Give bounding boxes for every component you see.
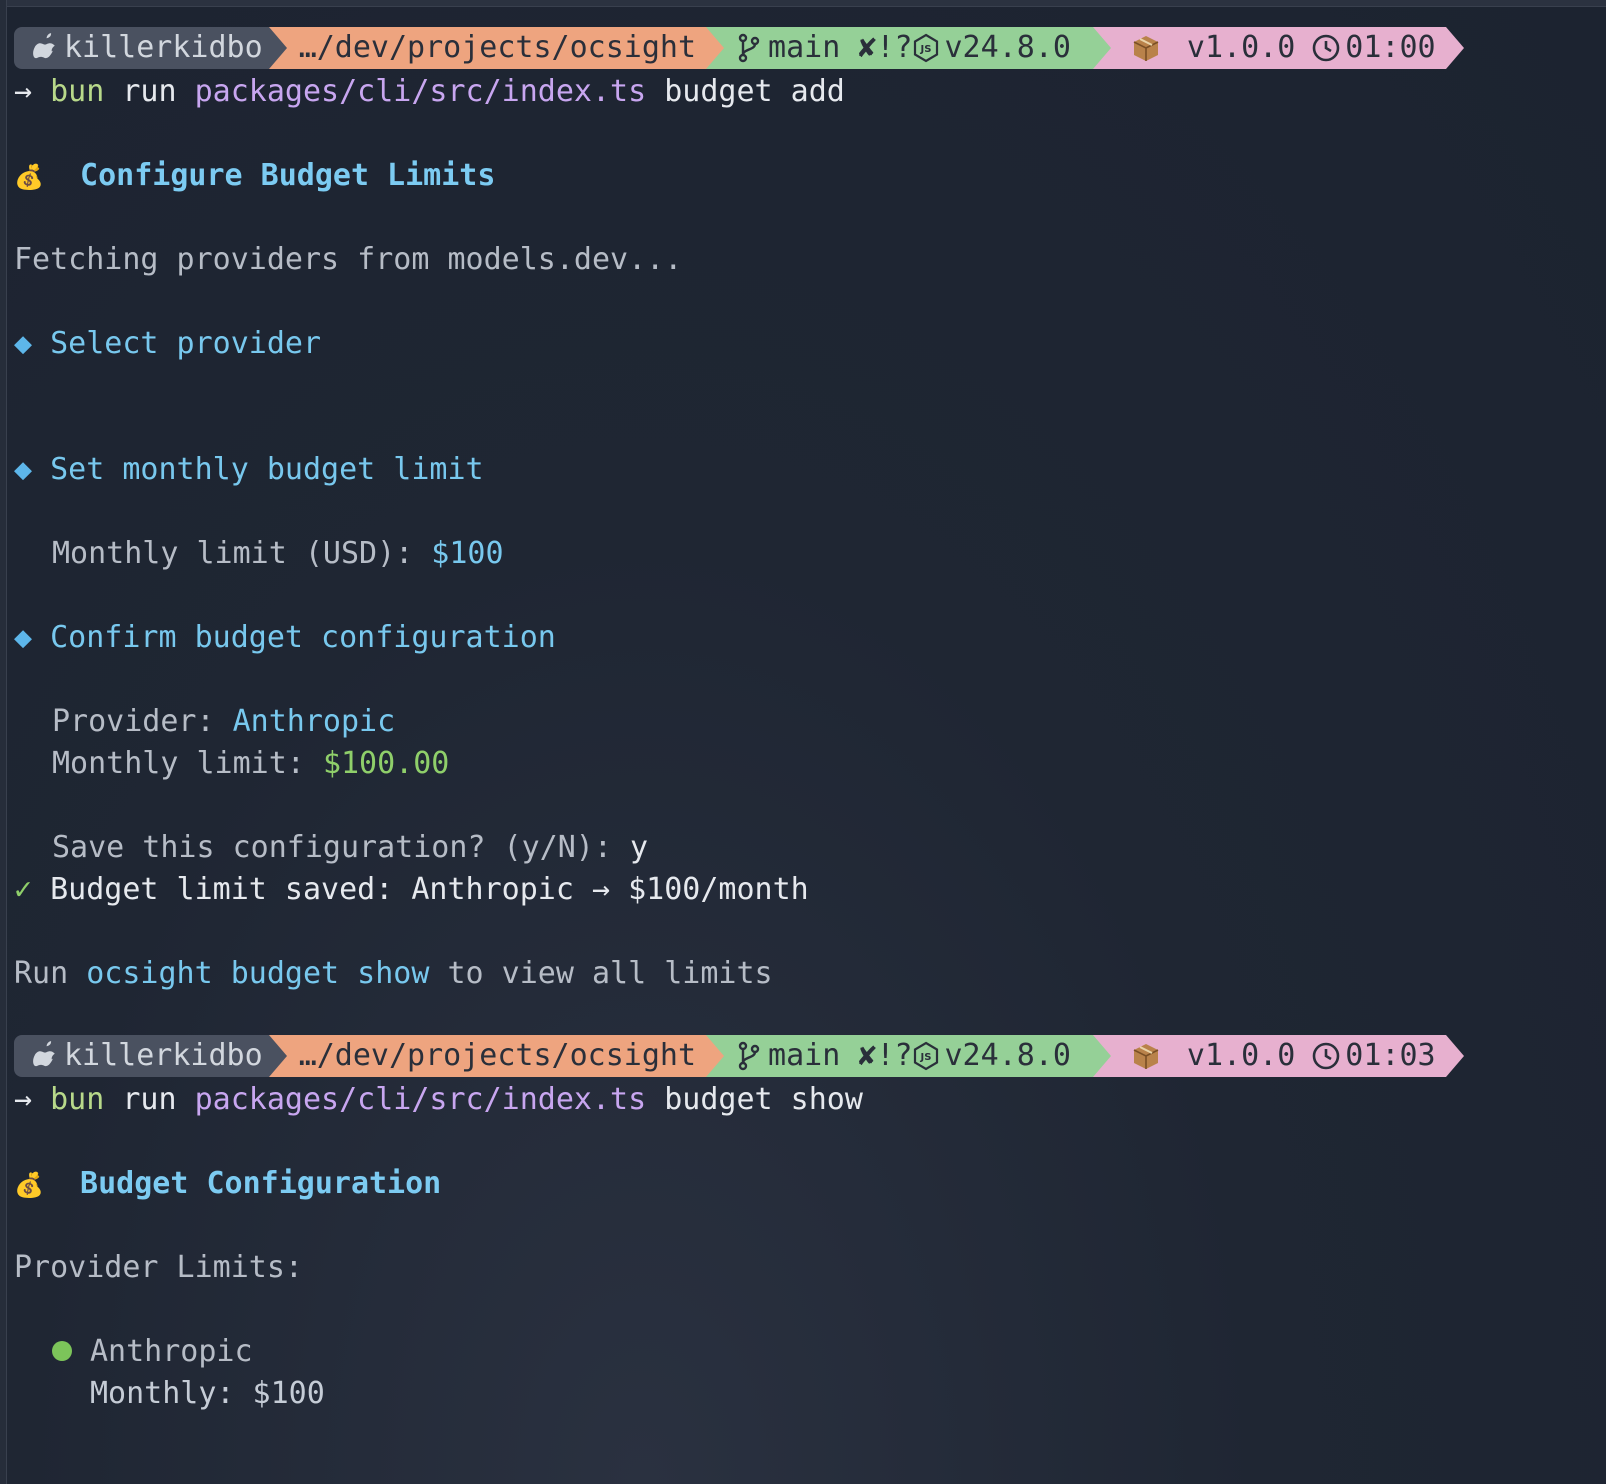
svg-text:JS: JS [920,1052,932,1063]
prompt-path-segment: …/dev/projects/ocsight [268,1035,725,1077]
prompt-package-version: v1.0.0 [1186,30,1296,65]
monthly-limit-label: Monthly limit (USD): [52,536,414,571]
prompt-git-segment: main ✘!? JS v24.8.0 [706,27,1111,69]
command-args: budget add [664,74,845,109]
prompt-version-segment: v1.0.0 01:00 [1092,27,1464,69]
nodejs-icon: JS [914,33,939,63]
prompt-version-segment: v1.0.0 01:03 [1092,1035,1464,1077]
save-answer: y [629,830,649,865]
prompt-git-status: ✘!? [858,1038,913,1073]
confirm-limit-line: Monthly limit: $100.00 [52,745,449,783]
command-file: packages/cli/src/index.ts [194,1082,647,1117]
add-title-line: 💰 Configure Budget Limits [14,157,495,195]
money-bag-icon: 💰 [14,163,44,191]
git-branch-icon [738,1041,760,1071]
monthly-limit-value: $100 [431,536,504,571]
monthly-limit-input-line: Monthly limit (USD): $100 [52,535,504,573]
prompt-git-status: ✘!? [858,30,913,65]
prompt-node-version: v24.8.0 [944,30,1071,65]
step-label: Confirm budget configuration [50,620,556,655]
shell-prompt-2: killerkidbo …/dev/projects/ocsight main … [14,1035,1464,1077]
shell-prompt-1: killerkidbo …/dev/projects/ocsight main … [14,27,1464,69]
show-title-line: 💰 Budget Configuration [14,1165,441,1203]
diamond-icon: ◆ [14,620,33,655]
clock-icon [1312,1042,1340,1070]
provider-name: Anthropic [90,1334,253,1369]
step-label: Select provider [50,326,322,361]
diamond-icon: ◆ [14,326,33,361]
status-dot-icon [52,1340,72,1361]
fetching-message: Fetching providers from models.dev... [14,242,683,277]
command-verb: run [122,1082,177,1117]
provider-list-item: Anthropic [52,1333,253,1371]
diamond-icon: ◆ [14,452,33,487]
confirm-provider-line: Provider: Anthropic [52,703,395,741]
saved-message-line: ✓ Budget limit saved: Anthropic → $100/m… [14,871,809,909]
provider-limits-heading: Provider Limits: [14,1250,303,1285]
prompt-time: 01:00 [1345,30,1436,65]
prompt-time: 01:03 [1345,1038,1436,1073]
add-title: Configure Budget Limits [80,158,496,193]
command-args: budget show [664,1082,863,1117]
run-hint-prefix: Run [14,956,69,991]
command-bin: bun [50,1082,105,1117]
run-hint-suffix: to view all limits [447,956,773,991]
provider-monthly-limit: Monthly: $100 [90,1376,325,1411]
command-file: packages/cli/src/index.ts [194,74,647,109]
command-bin: bun [50,74,105,109]
limit-value: $100.00 [322,746,450,781]
show-title: Budget Configuration [80,1166,442,1201]
provider-label: Provider: [52,704,215,739]
nodejs-icon: JS [914,1041,939,1071]
svg-text:JS: JS [920,44,932,55]
command-line-1: → bun run packages/cli/src/index.ts budg… [14,73,845,111]
run-hint-command: ocsight budget show [86,956,430,991]
prompt-git-segment: main ✘!? JS v24.8.0 [706,1035,1111,1077]
prompt-branch: main [768,30,841,65]
step-select-provider: ◆ Select provider [14,325,321,363]
provider-value: Anthropic [232,704,396,739]
check-icon: ✓ [14,872,33,907]
prompt-node-version: v24.8.0 [944,1038,1071,1073]
apple-icon [33,33,55,59]
terminal-window: killerkidbo …/dev/projects/ocsight main … [0,0,1606,1484]
package-icon [1133,1044,1159,1069]
prompt-user-segment: killerkidbo [14,1035,287,1077]
command-arrow: → [14,74,33,109]
command-line-2: → bun run packages/cli/src/index.ts budg… [14,1081,863,1119]
save-prompt: Save this configuration? (y/N): [52,830,612,865]
money-bag-icon: 💰 [14,1171,44,1199]
limit-label: Monthly limit: [52,746,305,781]
run-hint-line: Run ocsight budget show to view all limi… [14,955,773,993]
apple-icon [33,1041,55,1067]
window-left-border [0,0,7,1484]
prompt-path-segment: …/dev/projects/ocsight [268,27,725,69]
step-set-limit: ◆ Set monthly budget limit [14,451,484,489]
prompt-path: …/dev/projects/ocsight [298,30,697,65]
prompt-username: killerkidbo [64,30,263,65]
step-label: Set monthly budget limit [50,452,484,487]
prompt-username: killerkidbo [64,1038,263,1073]
window-top-border [0,0,1606,7]
package-icon [1133,36,1159,61]
clock-icon [1312,34,1340,62]
git-branch-icon [738,33,760,63]
saved-message: Budget limit saved: Anthropic → $100/mon… [50,872,809,907]
save-prompt-line: Save this configuration? (y/N): y [52,829,648,867]
prompt-user-segment: killerkidbo [14,27,287,69]
prompt-package-version: v1.0.0 [1186,1038,1296,1073]
prompt-branch: main [768,1038,841,1073]
prompt-path: …/dev/projects/ocsight [298,1038,697,1073]
command-verb: run [122,74,177,109]
command-arrow: → [14,1082,33,1117]
step-confirm: ◆ Confirm budget configuration [14,619,556,657]
